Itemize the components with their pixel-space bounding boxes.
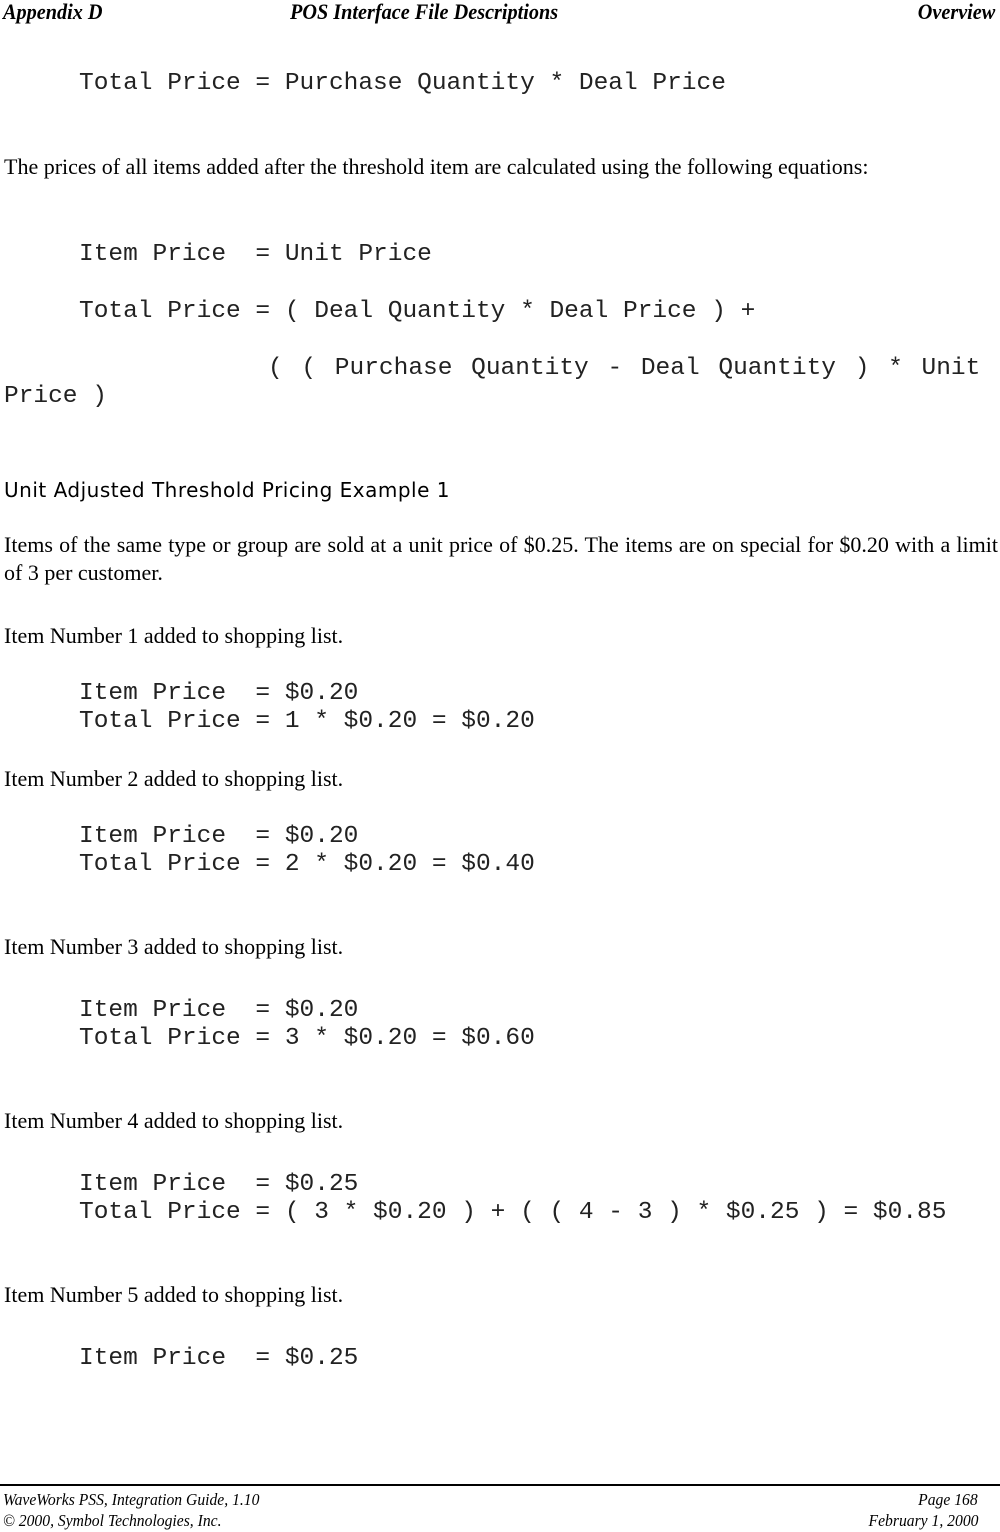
deal-total-formula: Total Price = Purchase Quantity * Deal P…	[79, 70, 726, 97]
after-threshold-paragraph: The prices of all items added after the …	[4, 154, 869, 179]
step-item-price: Item Price = $0.20	[79, 997, 359, 1024]
step-label: Item Number 1 added to shopping list.	[4, 623, 344, 648]
step-item-price: Item Price = $0.20	[79, 823, 359, 850]
step-item-price: Item Price = $0.20	[79, 680, 359, 707]
footer-divider	[0, 1484, 1000, 1486]
step-label: Item Number 2 added to shopping list.	[4, 766, 344, 791]
step-total-price: Total Price = ( 3 * $0.20 ) + ( ( 4 - 3 …	[79, 1199, 947, 1226]
after-threshold-item-price-formula: Item Price = Unit Price	[79, 241, 432, 268]
example-heading: Unit Adjusted Threshold Pricing Example …	[4, 478, 450, 502]
step-total-price: Total Price = 2 * $0.20 = $0.40	[79, 851, 535, 878]
footer-page-number: Page 168	[918, 1490, 978, 1509]
step-item-price: Item Price = $0.25	[79, 1171, 359, 1198]
footer-copyright: © 2000, Symbol Technologies, Inc.	[3, 1511, 222, 1530]
step-label: Item Number 3 added to shopping list.	[4, 934, 344, 959]
header-appendix: Appendix D	[3, 0, 103, 24]
footer-guide-title: WaveWorks PSS, Integration Guide, 1.10	[3, 1490, 260, 1509]
after-threshold-total-formula-line2: ( ( Purchase Quantity - Deal Quantity ) …	[268, 355, 981, 382]
after-threshold-total-formula-line3: Price )	[4, 383, 107, 410]
header-subsection: Overview	[917, 0, 995, 24]
footer-date: February 1, 2000	[868, 1511, 978, 1530]
step-label: Item Number 4 added to shopping list.	[4, 1108, 344, 1133]
step-label: Item Number 5 added to shopping list.	[4, 1282, 344, 1307]
step-total-price: Total Price = 3 * $0.20 = $0.60	[79, 1025, 535, 1052]
example-intro-paragraph: Items of the same type or group are sold…	[4, 532, 998, 585]
step-total-price: Total Price = 1 * $0.20 = $0.20	[79, 708, 535, 735]
after-threshold-total-formula-line1: Total Price = ( Deal Quantity * Deal Pri…	[79, 298, 756, 325]
step-item-price: Item Price = $0.25	[79, 1345, 359, 1372]
header-section-title: POS Interface File Descriptions	[290, 0, 559, 24]
